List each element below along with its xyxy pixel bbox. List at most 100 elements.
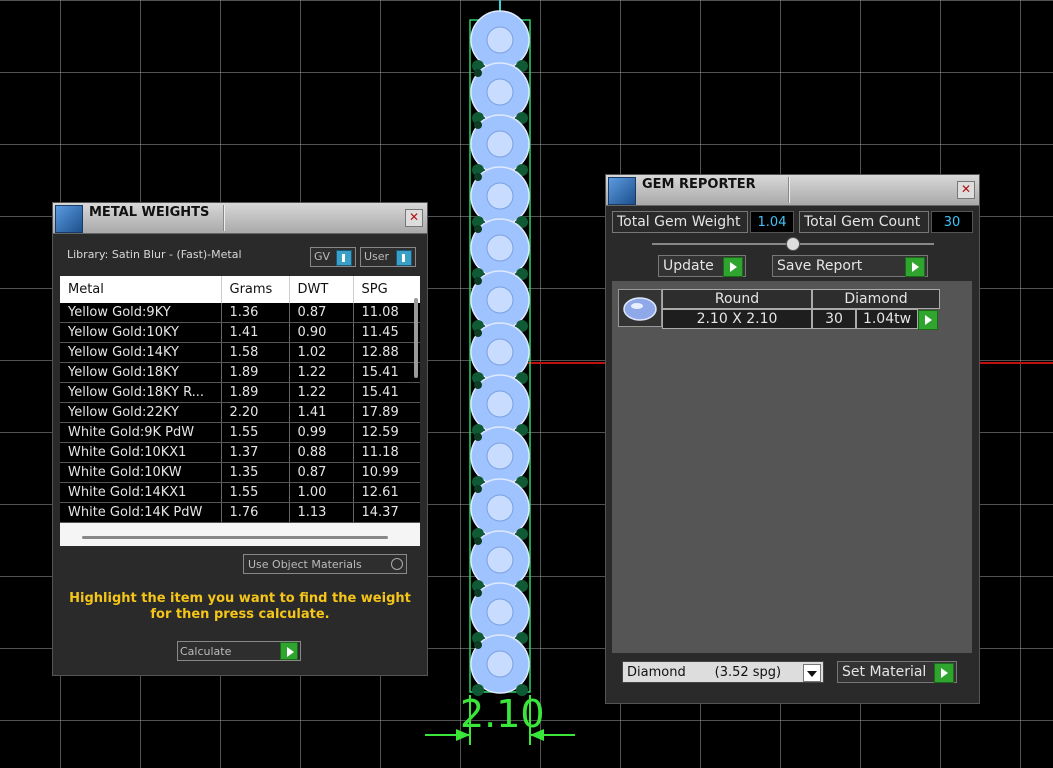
- metal-name-cell: Yellow Gold:18KY: [60, 362, 222, 383]
- metal-flask-icon: [55, 205, 83, 233]
- gem-shape-header: Round: [662, 289, 812, 309]
- prong-bead-small: [474, 329, 482, 337]
- table-row[interactable]: Yellow Gold:14KY 1.58 1.02 12.88: [60, 342, 420, 363]
- metal-name-cell: Yellow Gold:14KY: [60, 342, 222, 363]
- gv-toggle[interactable]: GV: [310, 247, 356, 267]
- round-diamond-icon: [623, 297, 657, 321]
- dwt-cell: 1.41: [289, 402, 354, 423]
- spg-cell: 15.41: [353, 362, 420, 383]
- total-gem-count-value: 30: [931, 211, 973, 233]
- toggle-icon: [336, 250, 352, 266]
- table-header: Metal Grams DWT SPG: [60, 276, 420, 303]
- table-row[interactable]: White Gold:9K PdW 1.55 0.99 12.59: [60, 422, 420, 443]
- grams-cell: 1.55: [221, 482, 290, 503]
- horizontal-scrollbar[interactable]: [82, 536, 388, 539]
- play-arrow-icon: [723, 257, 743, 277]
- gem-table-facet: [486, 442, 514, 470]
- dwt-cell: 0.87: [289, 303, 354, 323]
- grams-cell: 1.89: [221, 362, 290, 383]
- save-report-button[interactable]: Save Report: [772, 255, 928, 277]
- use-object-materials-label: Use Object Materials: [248, 558, 362, 571]
- vertical-scrollbar[interactable]: [414, 298, 418, 378]
- spg-cell: 11.08: [353, 303, 420, 323]
- dwt-cell: 0.88: [289, 442, 354, 463]
- material-selected: Diamond (3.52 spg): [627, 665, 782, 680]
- spg-cell: 12.59: [353, 422, 420, 443]
- column-header-grams[interactable]: Grams: [221, 276, 290, 303]
- table-row[interactable]: White Gold:14KX1 1.55 1.00 12.61: [60, 482, 420, 503]
- table-row[interactable]: Yellow Gold:22KY 2.20 1.41 17.89: [60, 402, 420, 423]
- table-row[interactable]: Yellow Gold:18KY R... 1.89 1.22 15.41: [60, 382, 420, 403]
- metal-weights-panel: METAL WEIGHTS ✕ Library: Satin Blur - (F…: [52, 202, 428, 676]
- play-arrow-icon: [918, 309, 938, 330]
- use-object-materials-toggle[interactable]: Use Object Materials: [243, 554, 407, 574]
- gem-table-facet: [486, 546, 514, 574]
- titlebar-divider: [788, 177, 790, 203]
- grams-cell: 1.37: [221, 442, 290, 463]
- gem-table-facet: [486, 494, 514, 522]
- metal-name-cell: White Gold:9K PdW: [60, 422, 222, 443]
- dwt-cell: 1.22: [289, 382, 354, 403]
- gem-thumbnail[interactable]: [618, 289, 662, 327]
- set-material-label: Set Material: [842, 664, 927, 680]
- dwt-cell: 1.02: [289, 342, 354, 363]
- gem-table-facet: [486, 130, 514, 158]
- column-header-dwt[interactable]: DWT: [289, 276, 354, 303]
- gem-table-facet: [486, 182, 514, 210]
- metal-weights-title: METAL WEIGHTS: [89, 205, 210, 220]
- dwt-cell: 0.87: [289, 462, 354, 483]
- titlebar-divider: [223, 205, 225, 231]
- gem-table-facet: [486, 234, 514, 262]
- table-row[interactable]: White Gold:14K PdW 1.76 1.13 14.37: [60, 502, 420, 523]
- gem-material-header: Diamond: [812, 289, 940, 309]
- metal-weights-titlebar[interactable]: METAL WEIGHTS ✕: [53, 203, 427, 234]
- instruction-line-1: Highlight the item you want to find the …: [69, 591, 411, 606]
- prong-bead-small: [474, 641, 482, 649]
- table-row[interactable]: White Gold:10KX1 1.37 0.88 11.18: [60, 442, 420, 463]
- set-material-button[interactable]: Set Material: [837, 661, 957, 683]
- calculate-label: Calculate: [180, 645, 232, 658]
- gem-reporter-titlebar[interactable]: GEM REPORTER ✕: [606, 175, 979, 206]
- update-button[interactable]: Update: [658, 255, 746, 277]
- dwt-cell: 0.90: [289, 322, 354, 343]
- column-header-metal[interactable]: Metal: [60, 276, 222, 303]
- spg-cell: 10.99: [353, 462, 420, 483]
- spg-cell: 12.88: [353, 342, 420, 363]
- table-row[interactable]: White Gold:10KW 1.35 0.87 10.99: [60, 462, 420, 483]
- spg-cell: 11.45: [353, 322, 420, 343]
- instruction-line-2: for then press calculate.: [150, 607, 330, 622]
- grams-cell: 1.89: [221, 382, 290, 403]
- grams-cell: 1.55: [221, 422, 290, 443]
- dwt-cell: 1.13: [289, 502, 354, 523]
- close-icon[interactable]: ✕: [405, 209, 423, 227]
- table-row[interactable]: Yellow Gold:18KY 1.89 1.22 15.41: [60, 362, 420, 383]
- table-row[interactable]: Yellow Gold:10KY 1.41 0.90 11.45: [60, 322, 420, 343]
- radio-icon: [391, 558, 403, 570]
- gem-count: 30: [812, 309, 856, 329]
- gem-list-area: Round Diamond 2.10 X 2.10 30 1.04tw: [612, 281, 972, 653]
- column-header-spg[interactable]: SPG: [353, 276, 420, 303]
- prong-bead-small: [474, 277, 482, 285]
- material-dropdown[interactable]: Diamond (3.52 spg): [622, 661, 824, 683]
- total-gem-weight-value: 1.04: [750, 211, 794, 233]
- metal-name-cell: White Gold:14KX1: [60, 482, 222, 503]
- metal-name-cell: White Gold:10KW: [60, 462, 222, 483]
- gem-reporter-panel: GEM REPORTER ✕ Total Gem Weight 1.04 Tot…: [605, 174, 980, 704]
- gem-table-facet: [486, 598, 514, 626]
- gem-row-select-button[interactable]: [918, 309, 938, 330]
- close-icon[interactable]: ✕: [957, 181, 975, 199]
- play-arrow-icon: [905, 257, 925, 277]
- slider-handle[interactable]: [786, 237, 800, 251]
- prong-bead-small: [474, 69, 482, 77]
- prong-bead-small: [474, 173, 482, 181]
- gem-reporter-title: GEM REPORTER: [642, 177, 756, 192]
- metal-name-cell: Yellow Gold:18KY R...: [60, 382, 222, 403]
- gem-table-facet: [486, 26, 514, 54]
- prong-bead-small: [474, 225, 482, 233]
- grams-cell: 1.41: [221, 322, 290, 343]
- table-row[interactable]: Yellow Gold:9KY 1.36 0.87 11.08: [60, 303, 420, 323]
- calculate-button[interactable]: Calculate: [177, 641, 301, 661]
- play-arrow-icon: [934, 663, 954, 683]
- user-toggle[interactable]: User: [360, 247, 416, 267]
- spg-cell: 11.18: [353, 442, 420, 463]
